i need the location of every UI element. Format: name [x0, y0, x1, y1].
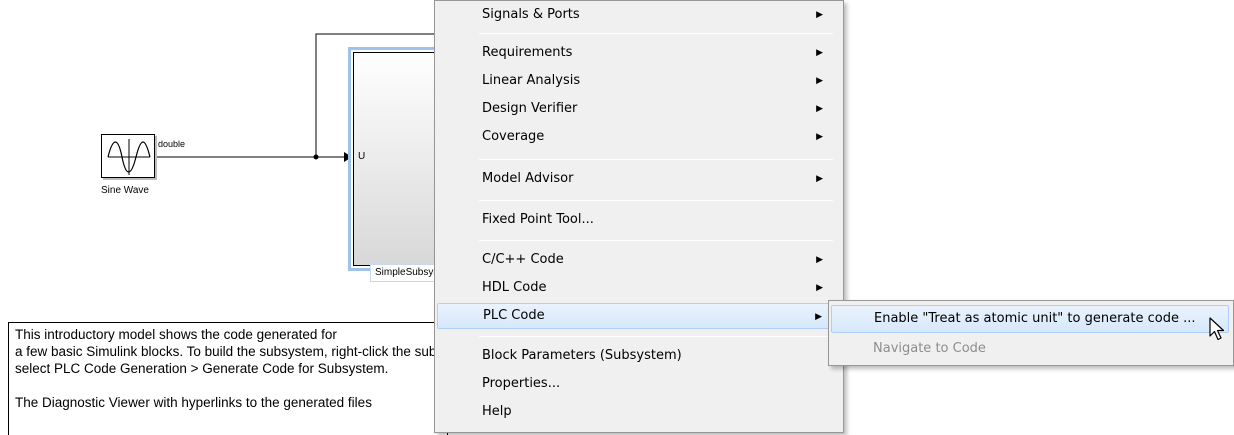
menu-item-block-parameters[interactable]: Block Parameters (Subsystem) — [437, 343, 841, 369]
menu-item-label: Properties... — [482, 376, 561, 391]
annotation-line: a few basic Simulink blocks. To build th… — [15, 344, 447, 359]
menu-item-label: HDL Code — [482, 280, 547, 295]
menu-item-label: Enable "Treat as atomic unit" to generat… — [874, 311, 1196, 326]
menu-item-label: Coverage — [482, 129, 545, 144]
annotation-line: The Diagnostic Viewer with hyperlinks to… — [15, 395, 372, 410]
branch-point — [313, 154, 319, 160]
submenu-arrow-icon: ▶ — [816, 132, 823, 142]
submenu-arrow-icon: ▶ — [816, 10, 823, 20]
submenu-arrow-icon: ▶ — [816, 174, 823, 184]
menu-item-design-verifier[interactable]: Design Verifier ▶ — [437, 96, 841, 122]
sine-wave-label: Sine Wave — [101, 185, 149, 196]
menu-item-label: Signals & Ports — [482, 7, 580, 22]
menu-item-model-advisor[interactable]: Model Advisor ▶ — [437, 166, 841, 192]
menu-item-label: Model Advisor — [482, 171, 574, 186]
menu-item-label: C/C++ Code — [482, 252, 564, 267]
menu-separator — [479, 240, 833, 241]
submenu-arrow-icon: ▶ — [816, 255, 823, 265]
menu-item-cpp-code[interactable]: C/C++ Code ▶ — [437, 247, 841, 273]
menu-item-label: Linear Analysis — [482, 73, 581, 88]
menu-separator — [479, 200, 833, 201]
menu-separator — [479, 33, 833, 34]
submenu-arrow-icon: ▶ — [816, 104, 823, 114]
submenu-arrow-icon: ▶ — [816, 283, 823, 293]
sine-wave-icon — [107, 139, 151, 175]
mouse-pointer-icon — [1209, 317, 1225, 341]
menu-item-fixed-point-tool[interactable]: Fixed Point Tool... — [437, 207, 841, 233]
menu-item-label: PLC Code — [483, 308, 545, 323]
menu-item-hdl-code[interactable]: HDL Code ▶ — [437, 275, 841, 301]
menu-item-linear-analysis[interactable]: Linear Analysis ▶ — [437, 68, 841, 94]
sine-wave-block[interactable] — [101, 134, 155, 178]
menu-item-plc-code[interactable]: PLC Code ▶ — [437, 303, 841, 329]
menu-item-label: Navigate to Code — [873, 341, 986, 356]
plc-code-submenu: Enable "Treat as atomic unit" to generat… — [828, 300, 1234, 366]
context-menu: Signals & Ports ▶ Requirements ▶ Linear … — [434, 0, 844, 433]
menu-item-properties[interactable]: Properties... — [437, 371, 841, 397]
menu-item-coverage[interactable]: Coverage ▶ — [437, 124, 841, 150]
subsystem-body[interactable] — [353, 52, 443, 266]
annotation-line: This introductory model shows the code g… — [15, 327, 337, 342]
menu-item-label: Design Verifier — [482, 101, 578, 116]
submenu-arrow-icon: ▶ — [815, 312, 822, 322]
menu-item-help[interactable]: Help — [437, 399, 841, 425]
annotation-line: select PLC Code Generation > Generate Co… — [15, 361, 389, 376]
menu-item-signals-ports[interactable]: Signals & Ports ▶ — [437, 2, 841, 28]
menu-item-label: Fixed Point Tool... — [482, 212, 594, 227]
menu-item-enable-atomic-unit[interactable]: Enable "Treat as atomic unit" to generat… — [831, 305, 1229, 333]
menu-separator — [479, 336, 833, 337]
menu-separator — [479, 159, 833, 160]
menu-item-label: Help — [482, 404, 512, 419]
menu-item-label: Block Parameters (Subsystem) — [482, 348, 682, 363]
menu-item-requirements[interactable]: Requirements ▶ — [437, 40, 841, 66]
submenu-arrow-icon: ▶ — [816, 76, 823, 86]
submenu-arrow-icon: ▶ — [816, 48, 823, 58]
annotation-text[interactable]: This introductory model shows the code g… — [8, 322, 448, 435]
inport-label: U — [358, 151, 366, 162]
menu-item-navigate-to-code: Navigate to Code — [831, 335, 1229, 363]
signal-type-label: double — [158, 139, 186, 149]
menu-item-label: Requirements — [482, 45, 573, 60]
